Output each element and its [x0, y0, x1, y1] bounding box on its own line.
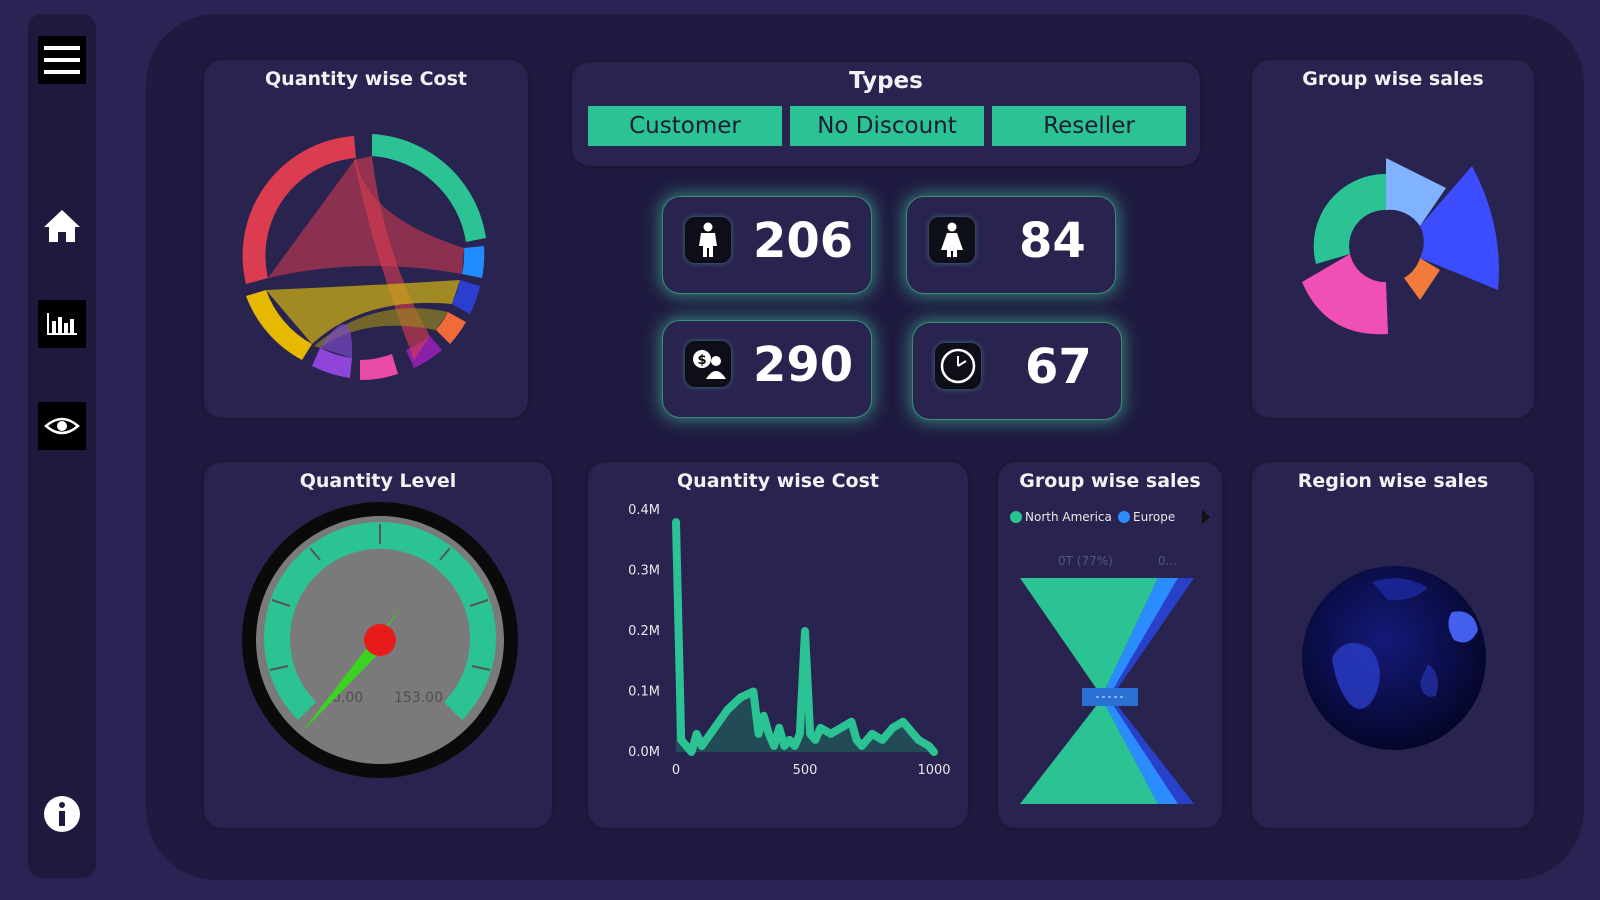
- male-person-icon: [685, 217, 731, 263]
- types-card: Types Customer No Discount Reseller: [572, 62, 1200, 166]
- funnel-chart: North America Europe 0T (77%) 0...: [1010, 510, 1210, 804]
- gauge-hub: [364, 624, 396, 656]
- bar-chart-icon[interactable]: [38, 300, 86, 348]
- area-chart-card: Quantity wise Cost 0.0M 0.1M 0.2M 0.3M 0.4M 0…: [588, 462, 968, 828]
- x-tick-label: 500: [793, 763, 818, 778]
- globe-map: [1302, 566, 1486, 750]
- types-title: Types: [849, 68, 923, 94]
- legend-dot-north-america: [1010, 511, 1022, 523]
- kpi-card-female: 84: [906, 196, 1116, 294]
- y-tick-label: 0.4M: [628, 503, 660, 518]
- svg-text:$: $: [697, 353, 706, 368]
- eye-icon[interactable]: [38, 402, 86, 450]
- funnel-label-1: 0T (77%): [1058, 554, 1113, 568]
- y-tick-label: 0.1M: [628, 685, 660, 700]
- home-icon[interactable]: [38, 202, 86, 250]
- legend-label-north-america: North America: [1025, 510, 1112, 524]
- legend-next-arrow[interactable]: [1202, 510, 1210, 524]
- area-chart: 0.0M 0.1M 0.2M 0.3M 0.4M 0 500 1000: [628, 503, 950, 778]
- gauge-max-label: 153.00: [394, 690, 443, 706]
- kpi-value-money: 290: [753, 337, 854, 393]
- sunburst-segment-pink: [1302, 254, 1388, 335]
- gauge-chart: 0.00 153.00: [242, 502, 518, 778]
- kpi-value-female: 84: [1019, 213, 1086, 269]
- sidebar: [28, 14, 96, 878]
- chord-arc-lightblue: [462, 246, 485, 278]
- funnel-label-2: 0...: [1158, 554, 1177, 568]
- gauge-card: Quantity Level 0.00 153.00: [204, 462, 552, 828]
- kpi-value-male: 206: [753, 213, 854, 269]
- y-tick-label: 0.3M: [628, 564, 660, 579]
- sunburst-chart: [1302, 158, 1499, 335]
- clock-icon: [935, 343, 981, 389]
- chord-chart: [242, 134, 486, 381]
- kpi-card-male: 206: [662, 196, 872, 294]
- globe-card: Region wise sales: [1252, 462, 1534, 828]
- x-tick-label: 1000: [917, 763, 950, 778]
- chord-chart-card: Quantity wise Cost: [204, 60, 528, 418]
- money-person-icon: $: [685, 341, 731, 387]
- type-button-reseller[interactable]: Reseller: [992, 106, 1186, 146]
- sunburst-segment-orange: [1404, 258, 1440, 300]
- y-tick-label: 0.2M: [628, 624, 660, 639]
- info-icon[interactable]: [38, 790, 86, 838]
- menu-icon[interactable]: [38, 36, 86, 84]
- y-tick-label: 0.0M: [628, 745, 660, 760]
- funnel-card: Group wise sales North America Europe 0T…: [998, 462, 1222, 828]
- type-button-no-discount[interactable]: No Discount: [790, 106, 984, 146]
- x-tick-label: 0: [672, 763, 680, 778]
- chord-arc-pink: [360, 354, 398, 381]
- sunburst-segment-green: [1313, 173, 1386, 264]
- sunburst-card: Group wise sales: [1252, 60, 1534, 418]
- female-person-icon: [929, 217, 975, 263]
- legend-dot-europe: [1118, 511, 1130, 523]
- kpi-card-clock: 67: [912, 322, 1122, 420]
- kpi-card-money: $ 290: [662, 320, 872, 418]
- kpi-value-clock: 67: [1025, 339, 1092, 395]
- legend-label-europe: Europe: [1133, 510, 1175, 524]
- type-button-customer[interactable]: Customer: [588, 106, 782, 146]
